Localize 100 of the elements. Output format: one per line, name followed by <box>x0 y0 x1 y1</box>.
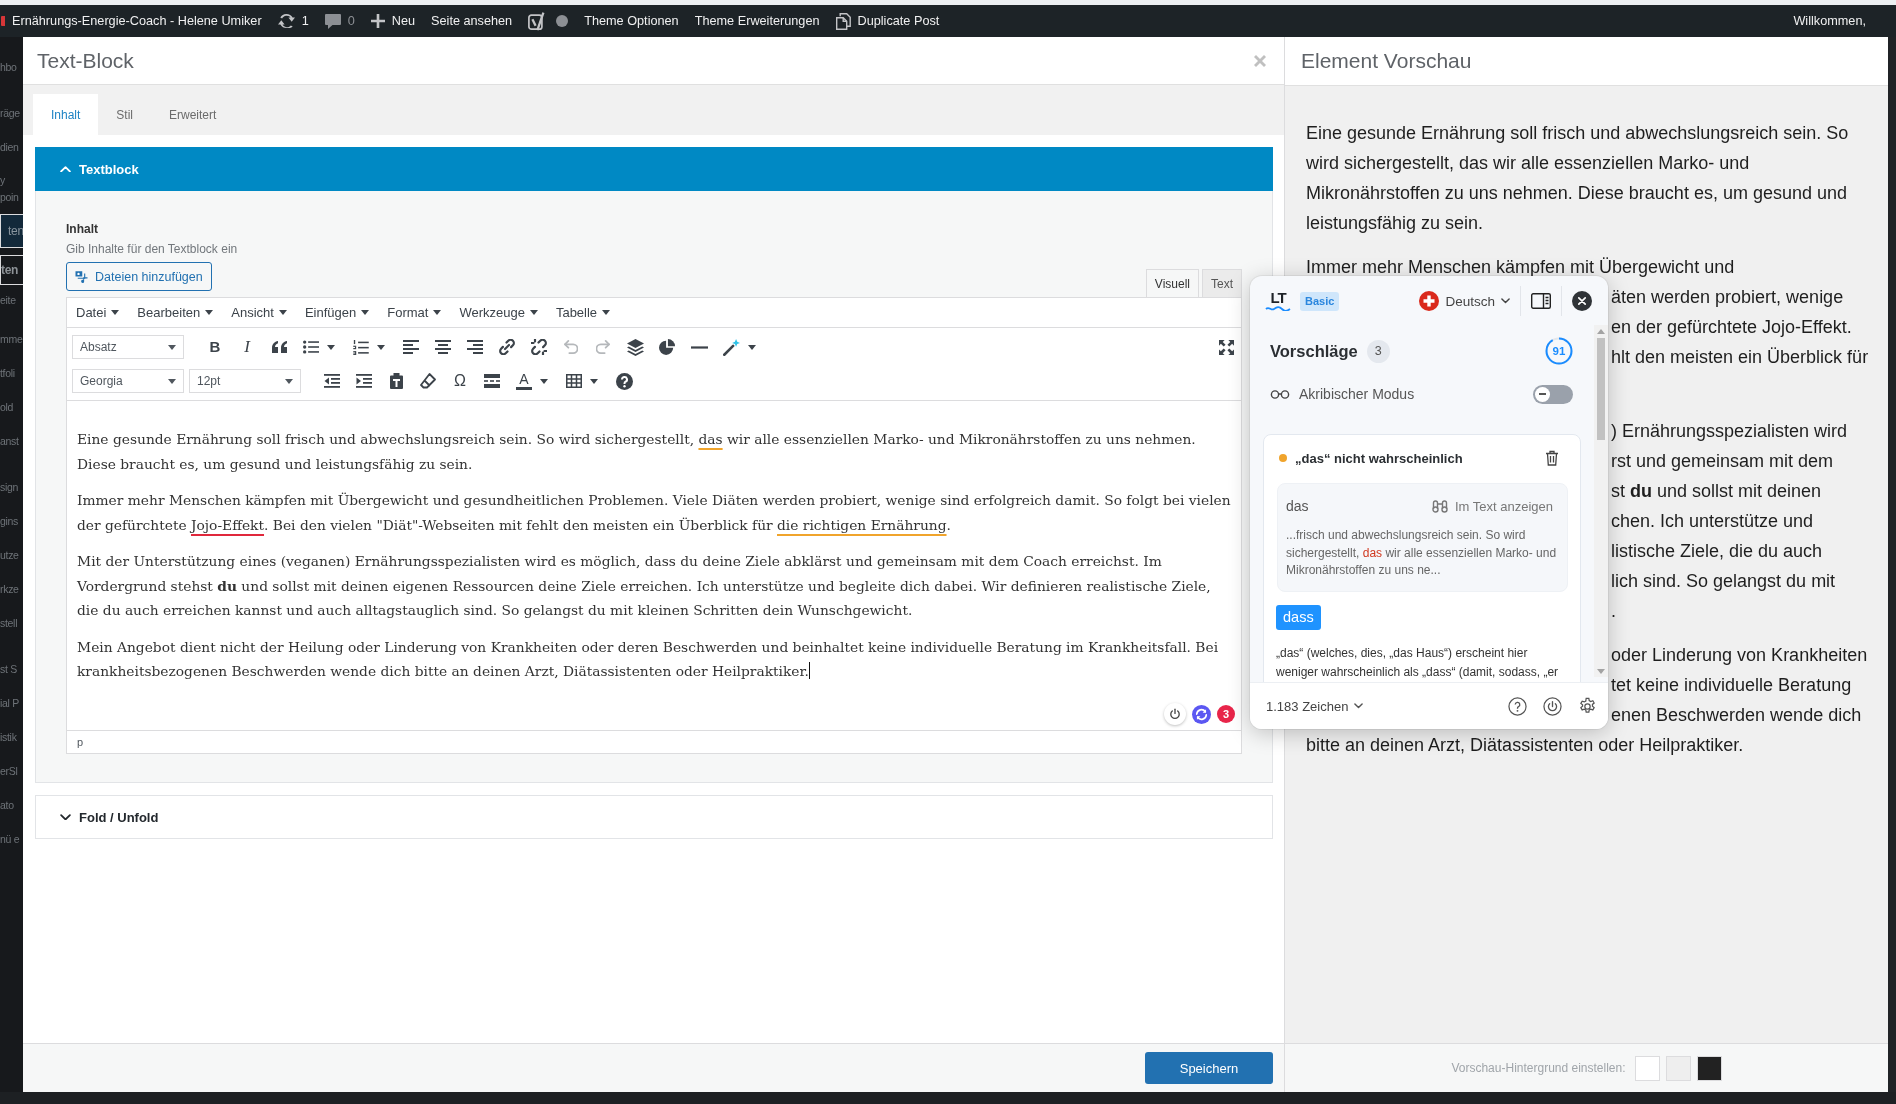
preview-text-line: oder Linderung von Krankheiten <box>1611 645 1868 665</box>
plan-badge: Basic <box>1300 291 1340 311</box>
symbol-button[interactable]: Ω <box>444 366 476 396</box>
updates-link[interactable]: 1 <box>269 5 317 37</box>
greeting-text[interactable]: Willkommen, <box>1793 14 1896 28</box>
new-link[interactable]: Neu <box>362 5 424 37</box>
section-header[interactable]: Fold / Unfold <box>35 795 1273 839</box>
status-dot-icon <box>1279 454 1287 462</box>
color-swatch-icon[interactable] <box>1665 1055 1691 1081</box>
dropdown[interactable]: Absatz <box>72 335 184 359</box>
language-selector[interactable]: Deutsch <box>1419 291 1510 311</box>
trash-icon[interactable] <box>1545 450 1559 466</box>
toolbar-link[interactable]: Theme Optionen <box>576 5 687 37</box>
bold-button[interactable]: B <box>199 332 231 362</box>
comments-link[interactable]: 0 <box>316 5 363 37</box>
help-icon <box>615 372 633 390</box>
menu-item[interactable]: nü e <box>0 822 23 856</box>
align-left-icon <box>403 340 419 354</box>
toolbar-link[interactable]: Theme Erweiterungen <box>686 5 828 37</box>
numbered-list-icon <box>353 339 369 355</box>
menu-item[interactable]: dien <box>0 130 23 164</box>
sidebar-icon[interactable] <box>1531 293 1551 309</box>
preview-text-line: tet keine individuelle Beratung <box>1611 675 1852 695</box>
color-swatch-icon[interactable] <box>1696 1055 1722 1081</box>
caret-icon <box>361 310 370 315</box>
close-icon[interactable] <box>1572 291 1592 311</box>
tab[interactable]: Stil <box>98 94 152 135</box>
menu-button[interactable]: Tabelle <box>546 297 620 328</box>
menu-item[interactable]: old <box>0 390 23 424</box>
duplicate-link[interactable]: Duplicate Post <box>827 5 948 37</box>
settings-icon[interactable] <box>1578 696 1597 716</box>
context-text: ...frisch und abwechslungsreich sein. So wird sichergestellt, das wir alle essenziellen Marko- und Mikronährstoffen zu uns ne... <box>1286 527 1558 579</box>
character-count-button[interactable]: 1.183 Zeichen <box>1266 698 1364 714</box>
menu-item[interactable]: y poin <box>0 164 23 214</box>
menu-item[interactable]: utze <box>0 538 23 572</box>
site-link[interactable]: Ernährungs-Energie-Coach - Helene Umiker <box>0 5 270 37</box>
menu-button[interactable]: Ansicht <box>222 297 296 328</box>
menu-button[interactable]: Format <box>378 297 451 328</box>
eraser-icon <box>420 373 436 389</box>
element-path[interactable]: p <box>77 736 84 748</box>
menu-item[interactable]: istik <box>0 720 23 754</box>
chevron-icon <box>1501 298 1510 304</box>
menu-item[interactable]: tfoli <box>0 356 23 390</box>
link-icon <box>499 339 515 355</box>
color-swatch-icon[interactable] <box>1634 1055 1660 1081</box>
menu-item[interactable]: räge <box>0 96 23 130</box>
magic-wand-icon <box>723 338 740 356</box>
suggestion-button[interactable]: dass <box>1276 604 1321 630</box>
preview-text-line: bitte an deinen Arzt, Diätassistenten oder Heilpraktiker. <box>1306 735 1744 755</box>
preview-text-line: ) Ernährungsspezialisten wird <box>1611 421 1848 441</box>
dialog-title: Text-Block <box>37 48 134 73</box>
status-dot-icon <box>556 15 569 27</box>
menu-item[interactable]: sign <box>0 470 23 504</box>
menu-item[interactable]: ial P <box>0 686 23 720</box>
caret-icon <box>529 310 538 315</box>
menu-item[interactable]: anst <box>0 424 23 458</box>
menu-item[interactable]: erSl <box>0 754 23 788</box>
italic-button[interactable]: I <box>231 332 263 362</box>
scrollbar-thumb[interactable] <box>1597 338 1605 440</box>
editor-mode-tab[interactable]: Text <box>1202 269 1242 297</box>
menu-button[interactable]: Werkzeuge <box>450 297 547 328</box>
menu-button[interactable]: Einfügen <box>295 297 379 328</box>
toolbar-link[interactable]: Seite ansehen <box>423 5 521 37</box>
power-button[interactable] <box>1164 703 1186 725</box>
layers-icon <box>626 338 644 356</box>
menu-item[interactable]: ten <box>0 214 23 248</box>
save-button[interactable]: Speichern <box>1145 1052 1273 1084</box>
menu-item[interactable]: rkze <box>0 572 23 606</box>
picky-mode-toggle[interactable] <box>1533 384 1573 404</box>
menu-item[interactable]: hbo <box>0 50 23 84</box>
menu-item[interactable]: stell <box>0 606 23 640</box>
scrollbar[interactable] <box>1594 325 1608 677</box>
plus-icon <box>370 14 385 28</box>
dropdown[interactable]: 12pt <box>189 369 301 393</box>
error-count-badge[interactable]: 3 <box>1217 705 1235 723</box>
editor-mode-tab[interactable]: Visuell <box>1145 269 1199 297</box>
power-icon[interactable] <box>1543 696 1562 716</box>
undo-icon <box>564 340 578 354</box>
menu-button[interactable]: Datei <box>67 297 129 328</box>
preview-text-line: wird sichergestellt, das wir alle essenziellen Marko- und <box>1306 153 1750 173</box>
menu-item[interactable]: ato <box>0 788 23 822</box>
media-icon <box>74 269 89 284</box>
sync-icon[interactable] <box>1192 704 1211 724</box>
app-logo: LT <box>1265 291 1291 311</box>
help-icon[interactable] <box>1508 696 1527 716</box>
suggestions-heading: Vorschläge <box>1270 341 1358 361</box>
text-color-button[interactable]: A <box>508 366 558 396</box>
show-in-text-button[interactable]: Im Text anzeigen <box>1431 498 1553 514</box>
menu-item[interactable]: st S <box>0 652 23 686</box>
section-header[interactable]: Textblock <box>35 147 1273 191</box>
paragraph: Eine gesunde Ernährung soll frisch und abwechslungsreich sein. So wird sichergestellt, das wir alle essenziellen Marko- und Mikronährstoffen zu uns nehmen. Diese braucht es, um gesund und leistungsfähig zu sein. <box>77 430 1197 474</box>
dropdown[interactable]: Georgia <box>72 369 184 393</box>
menu-item[interactable]: gins <box>0 504 23 538</box>
submenu-item[interactable]: eite <box>0 285 23 315</box>
menu-button[interactable]: Bearbeiten <box>128 297 223 328</box>
add-media-button[interactable]: Dateien hinzufügen <box>66 262 212 291</box>
tab[interactable]: Inhalt <box>33 94 99 135</box>
tab[interactable]: Erweitert <box>151 94 235 135</box>
score-ring: 91 <box>1545 337 1573 365</box>
menu-item[interactable]: mme <box>0 322 23 356</box>
